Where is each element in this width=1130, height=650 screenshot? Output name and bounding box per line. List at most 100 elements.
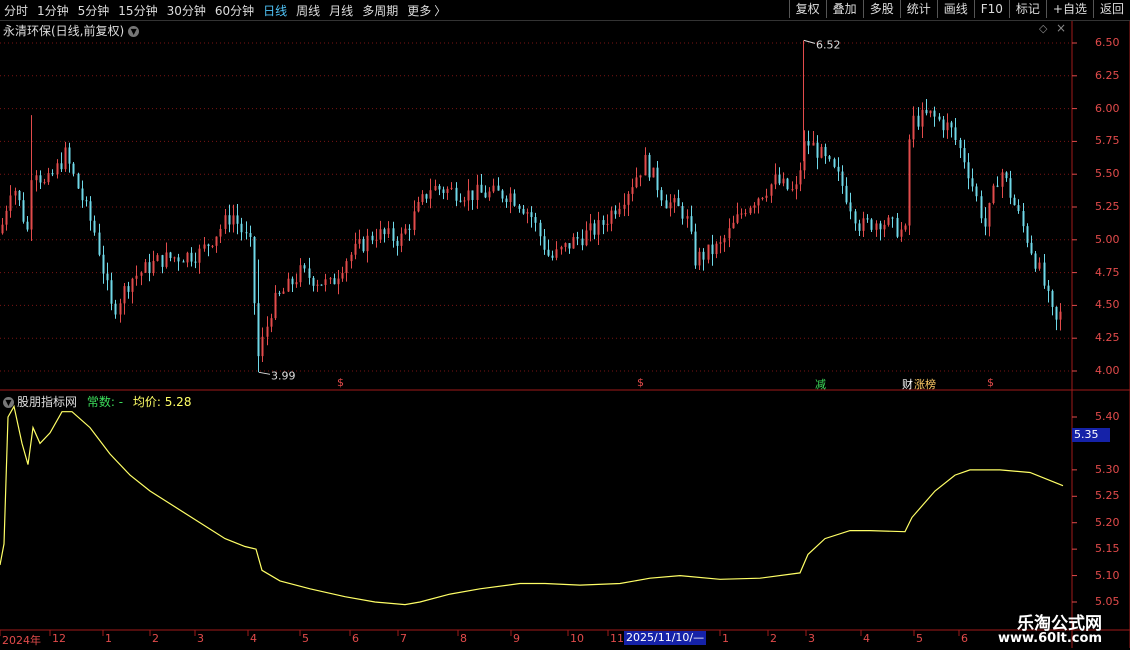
candle-body [828,156,831,160]
candle-body [518,205,521,209]
candle-body [497,185,500,191]
event-marker[interactable]: $ [987,376,994,389]
candle-body [362,239,365,252]
candle-body [161,255,164,267]
candle-body [14,190,17,196]
candle-body [1026,226,1029,243]
candle-body [912,115,915,140]
candle-body [858,223,861,231]
candle-body [581,238,584,246]
candle-body [1059,311,1062,320]
watermark-url: www.60lt.com [997,631,1102,646]
event-marker[interactable]: 涨榜 [914,376,936,392]
candle-body [669,202,672,209]
candle-body [387,228,390,235]
indicator-tick: 5.25 [1095,489,1120,503]
event-marker[interactable]: $ [637,376,644,389]
candle-body [547,249,550,256]
candle-body [749,207,752,214]
candle-body [43,182,46,184]
candle-body [959,139,962,149]
price-tick: 5.00 [1095,232,1120,246]
candle-body [106,273,109,281]
candle-body [207,244,210,246]
candle-body [329,278,332,280]
candle-body [26,221,29,230]
candle-body [862,218,865,231]
candle-body [644,154,647,176]
candle-body [707,244,710,260]
event-marker[interactable]: $ [337,376,344,389]
candle-body [723,238,726,243]
candle-body [837,166,840,172]
candle-body [140,272,143,276]
candle-body [1038,262,1041,269]
candle-body [5,210,8,225]
candle-body [131,278,134,292]
candle-body [60,163,63,170]
candle-body [224,215,227,229]
candle-body [266,326,269,337]
candle-body [1043,262,1046,286]
candle-body [807,140,810,146]
candle-body [921,109,924,127]
date-tick: 2024年 [2,634,41,647]
candle-body [1034,253,1037,269]
date-tick: 3 [808,632,815,645]
candle-body [870,219,873,230]
candle-body [849,202,852,212]
candle-body [732,222,735,229]
chevron-down-icon[interactable]: ▼ [3,397,14,408]
event-marker[interactable]: 财 [902,376,913,392]
indicator-tick: 5.10 [1095,568,1120,582]
event-marker[interactable]: 减 [815,376,826,392]
candle-body [715,243,718,255]
candle-body [253,236,256,304]
candle-body [476,184,479,200]
candle-body [144,262,147,273]
date-tick: 3 [197,632,204,645]
candlestick-chart[interactable]: 6.52 3.99 [0,0,1130,650]
candle-body [690,216,693,232]
candle-body [274,292,277,319]
candle-body [467,190,470,201]
avg-label: 均价: 5.28 [132,395,192,409]
candle-body [576,237,579,239]
price-tick: 4.75 [1095,265,1120,279]
candle-body [358,239,361,244]
candle-body [791,189,794,191]
candle-body [459,200,462,202]
candle-body [1,224,4,234]
candle-body [1022,211,1025,227]
candle-body [22,200,25,222]
candle-body [169,252,172,258]
candle-body [127,286,130,292]
candle-body [484,192,487,198]
indicator-tick: 5.30 [1095,462,1120,476]
candle-body [585,230,588,246]
candle-body [606,223,609,225]
price-tick: 6.00 [1095,101,1120,115]
candle-body [971,178,974,187]
price-tick: 4.50 [1095,298,1120,312]
candle-body [761,197,764,199]
candle-body [593,223,596,235]
candle-body [509,193,512,203]
candle-body [568,243,571,249]
candle-body [530,212,533,218]
date-tick: 12 [52,632,66,645]
candle-body [946,122,949,131]
candle-body [980,196,983,219]
candle-body [896,217,899,237]
candle-body [156,255,159,261]
date-tick: 2 [152,632,159,645]
candle-body [513,193,516,206]
candle-body [744,213,747,215]
candle-body [614,210,617,215]
candle-body [555,249,558,258]
candles [1,40,1062,373]
candle-body [417,201,420,212]
candle-body [694,231,697,266]
candle-body [236,215,239,224]
candle-body [152,260,155,274]
